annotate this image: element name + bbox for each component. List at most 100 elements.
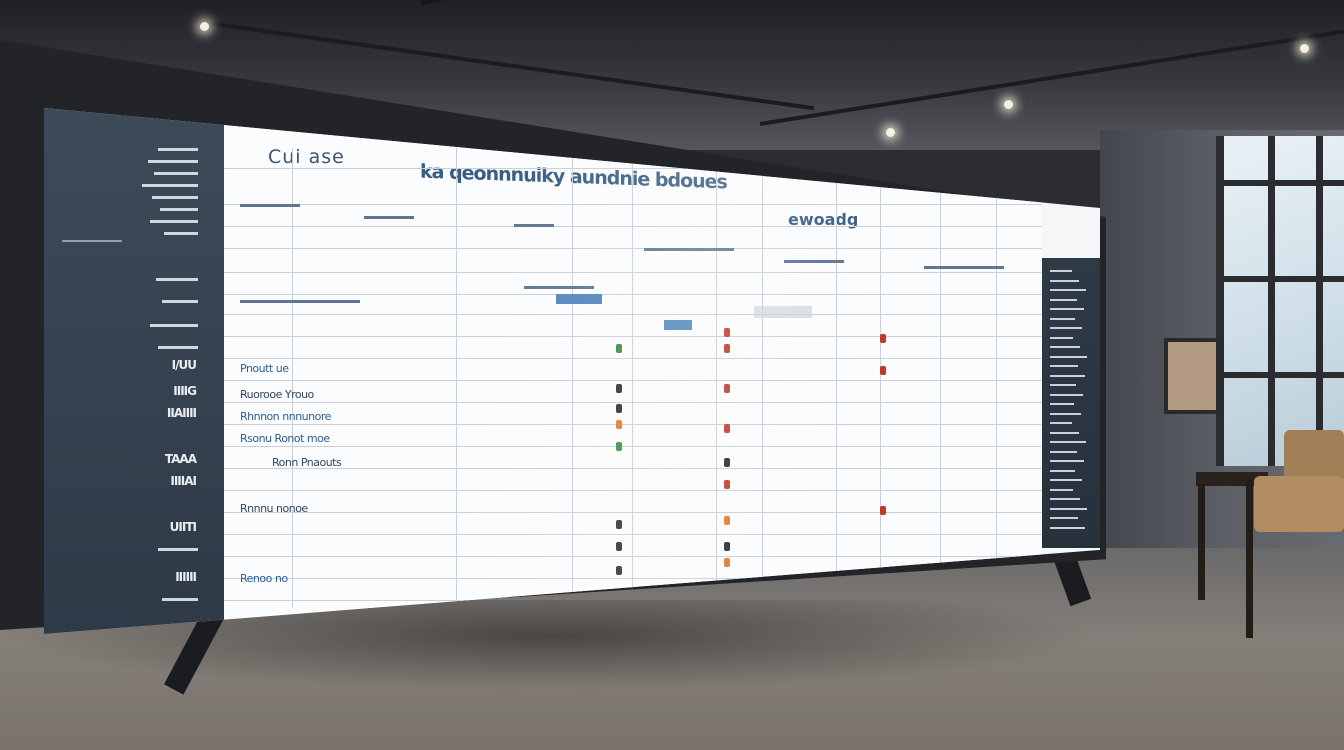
right-panel-row: [1050, 403, 1074, 405]
ceiling-spotlight: [1004, 100, 1013, 109]
status-marker: [724, 480, 730, 489]
header-cell[interactable]: [514, 224, 554, 227]
status-marker: [724, 384, 730, 393]
right-panel-row: [1050, 431, 1079, 434]
sidebar-item[interactable]: IIIIII: [175, 570, 197, 584]
status-marker: [724, 558, 730, 567]
sidebar-dash: [162, 598, 198, 601]
right-panel-row: [1050, 498, 1080, 500]
status-marker: [616, 520, 622, 529]
right-panel-row: [1050, 308, 1084, 310]
right-panel-row: [1050, 289, 1086, 291]
right-panel-row: [1050, 336, 1073, 339]
tag-chip[interactable]: [556, 294, 602, 304]
status-marker: [724, 458, 730, 467]
sidebar-item[interactable]: I/UU: [172, 358, 197, 372]
app-title: Cui ase: [268, 146, 345, 168]
header-cell[interactable]: [240, 204, 300, 207]
status-marker: [616, 420, 622, 429]
grid-column: [880, 148, 881, 608]
status-marker: [616, 566, 622, 575]
ceiling-spotlight: [200, 22, 209, 31]
row-label: Rhnnon nnnunore: [240, 410, 331, 423]
grid-column: [996, 148, 997, 608]
right-panel-row: [1050, 460, 1084, 462]
header-cell[interactable]: [644, 248, 734, 251]
right-panel-row: [1050, 279, 1079, 282]
right-panel: [1042, 258, 1100, 548]
status-marker: [724, 344, 730, 353]
header-cell[interactable]: [784, 260, 844, 263]
header-cell[interactable]: [240, 300, 360, 303]
header-cell[interactable]: [364, 216, 414, 219]
status-marker: [724, 516, 730, 525]
grid-line: [224, 446, 1042, 447]
sidebar-item[interactable]: IIIIG: [173, 384, 197, 398]
grid-line: [224, 358, 1042, 359]
grid-column: [292, 148, 293, 608]
grid-column: [762, 148, 763, 608]
ceiling-beam: [420, 0, 616, 6]
right-panel-row: [1050, 422, 1072, 424]
sidebar-dash: [150, 324, 198, 327]
right-panel-row: [1050, 441, 1086, 443]
room-scene: I/UU IIIIG IIAIIII TAAA IIIIAI UIITI III…: [0, 0, 1344, 750]
ceiling-spotlight: [1300, 44, 1309, 53]
armchair-seat: [1254, 476, 1344, 532]
grid-line: [224, 490, 1042, 491]
grid-line: [224, 168, 1042, 169]
sidebar: I/UU IIIIG IIAIIII TAAA IIIIAI UIITI III…: [44, 108, 224, 634]
grid-line: [224, 272, 1042, 273]
ceiling-spotlight: [886, 128, 895, 137]
right-panel-row: [1050, 469, 1075, 472]
grid-line: [224, 248, 1042, 249]
right-panel-row: [1050, 270, 1072, 272]
sidebar-item[interactable]: UIITI: [170, 520, 197, 534]
spreadsheet: Cui ase ka qeonnnuiky aundnie bdoues ewo…: [224, 108, 1042, 634]
right-panel-row: [1050, 374, 1085, 377]
sidebar-dash: [158, 148, 198, 151]
sidebar-dash: [148, 160, 198, 163]
sidebar-item[interactable]: IIIIAI: [170, 474, 197, 488]
grid-line: [224, 402, 1042, 403]
grid-line: [224, 468, 1042, 469]
row-label: Rsonu Ronot moe: [240, 432, 330, 445]
tag-chip[interactable]: [664, 320, 692, 330]
grid-line: [224, 226, 1042, 227]
right-panel-row: [1050, 346, 1080, 348]
grid-line: [224, 556, 1042, 557]
right-panel-row: [1050, 488, 1073, 491]
right-panel-row: [1050, 384, 1076, 386]
status-marker: [616, 542, 622, 551]
grid-line: [224, 380, 1042, 381]
sidebar-dash: [156, 278, 198, 281]
sidebar-item[interactable]: IIAIIII: [167, 406, 197, 420]
sidebar-item[interactable]: TAAA: [165, 452, 197, 466]
status-marker: [880, 506, 886, 515]
wall-picture-frame: [1164, 338, 1220, 414]
grid-line: [224, 314, 1042, 315]
grid-column: [940, 148, 941, 608]
status-marker: [880, 334, 886, 343]
grid-line: [224, 204, 1042, 205]
status-marker: [880, 366, 886, 375]
right-panel-row: [1050, 526, 1085, 529]
status-marker: [724, 542, 730, 551]
sidebar-dash: [154, 172, 198, 175]
window: [1216, 136, 1344, 466]
row-label: Ronn Pnaouts: [272, 456, 342, 469]
sidebar-dash: [160, 208, 198, 211]
grid-line: [224, 294, 1042, 295]
sidebar-dash: [142, 184, 198, 187]
grid-column: [456, 148, 457, 608]
row-label: Renoo no: [240, 572, 288, 585]
right-panel-row: [1050, 317, 1075, 320]
header-cell[interactable]: [924, 266, 1004, 269]
right-panel-row: [1050, 450, 1077, 453]
header-cell[interactable]: [524, 286, 594, 289]
status-marker: [616, 404, 622, 413]
right-panel-row: [1050, 355, 1087, 358]
row-label: Rnnnu nonoe: [240, 502, 308, 515]
grid-column: [572, 148, 573, 608]
sidebar-dash: [164, 232, 198, 235]
